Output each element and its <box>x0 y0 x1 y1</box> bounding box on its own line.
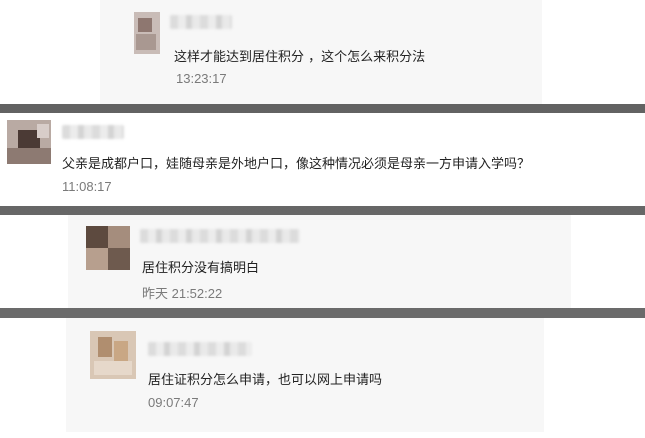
author-name-blurred <box>170 15 232 29</box>
comment-timestamp: 09:07:47 <box>148 395 199 410</box>
avatar <box>86 226 130 270</box>
comment-text: 居住证积分怎么申请，也可以网上申请吗 <box>148 373 383 388</box>
comment-timestamp: 11:08:17 <box>62 179 112 194</box>
comment-screenshot-collage: 这样才能达到居住积分 ，这个怎么来积分法 13:23:17 父亲是成都户口，娃随… <box>0 0 645 438</box>
comment-text: 居住积分没有搞明白 <box>142 261 260 276</box>
comment-card-4: 居住证积分怎么申请，也可以网上申请吗 09:07:47 <box>0 318 645 438</box>
author-name-blurred <box>62 125 124 139</box>
comment-card-2: 父亲是成都户口，娃随母亲是外地户口，像这种情况必须是母亲一方申请入学吗？ 11:… <box>0 113 645 206</box>
author-name-blurred <box>148 342 252 356</box>
comment-text: 父亲是成都户口，娃随母亲是外地户口，像这种情况必须是母亲一方申请入学吗？ <box>62 157 531 172</box>
author-name-blurred <box>140 229 300 243</box>
comment-card-1: 这样才能达到居住积分 ，这个怎么来积分法 13:23:17 <box>0 0 645 104</box>
comment-text: 这样才能达到居住积分 ，这个怎么来积分法 <box>174 50 426 65</box>
avatar <box>90 331 136 379</box>
comment-timestamp: 13:23:17 <box>176 71 227 86</box>
avatar <box>7 120 51 164</box>
avatar <box>134 12 160 54</box>
comment-card-3: 居住积分没有搞明白 昨天 21:52:22 <box>0 215 645 308</box>
comment-timestamp: 昨天 21:52:22 <box>142 286 223 301</box>
